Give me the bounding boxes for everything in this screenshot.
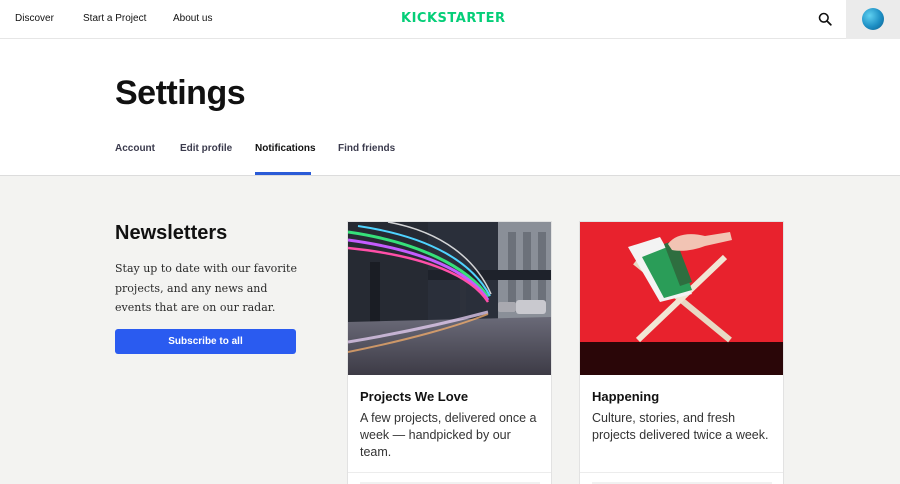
nav-discover-link[interactable]: Discover: [15, 13, 54, 24]
page-title: Settings: [115, 74, 246, 112]
top-nav: Discover Start a Project About us KICKST…: [0, 0, 900, 39]
tab-edit-profile[interactable]: Edit profile: [180, 143, 232, 154]
card-title: Projects We Love: [360, 389, 469, 404]
active-tab-indicator: [255, 172, 311, 175]
logo-part-starter: STARTER: [437, 11, 506, 26]
logo-part-kick: KICK: [401, 11, 438, 26]
card-title: Happening: [592, 389, 660, 404]
nav-about-link[interactable]: About us: [173, 13, 212, 24]
newsletters-heading: Newsletters: [115, 222, 228, 244]
card-divider: [580, 472, 783, 473]
card-description: Culture, stories, and fresh projects del…: [592, 411, 769, 442]
card-description: A few projects, delivered once a week — …: [360, 411, 537, 459]
user-menu-button[interactable]: [846, 0, 900, 39]
tab-notifications[interactable]: Notifications: [255, 143, 316, 154]
tab-find-friends[interactable]: Find friends: [338, 143, 395, 154]
card-image-magazine-rack: [580, 222, 783, 375]
newsletter-card-projects-we-love[interactable]: Projects We Love A few projects, deliver…: [347, 221, 552, 484]
card-divider: [348, 472, 551, 473]
settings-header: Settings Account Edit profile Notificati…: [0, 39, 900, 176]
nav-start-project-link[interactable]: Start a Project: [83, 13, 146, 24]
avatar: [862, 8, 884, 30]
tab-account[interactable]: Account: [115, 143, 155, 154]
card-image-city-street: [348, 222, 551, 375]
search-icon[interactable]: [818, 12, 832, 26]
kickstarter-logo[interactable]: KICKSTARTER: [401, 11, 506, 26]
newsletters-description: Stay up to date with our favorite projec…: [115, 262, 297, 314]
newsletter-card-happening[interactable]: Happening Culture, stories, and fresh pr…: [579, 221, 784, 484]
subscribe-all-button[interactable]: Subscribe to all: [115, 329, 296, 354]
